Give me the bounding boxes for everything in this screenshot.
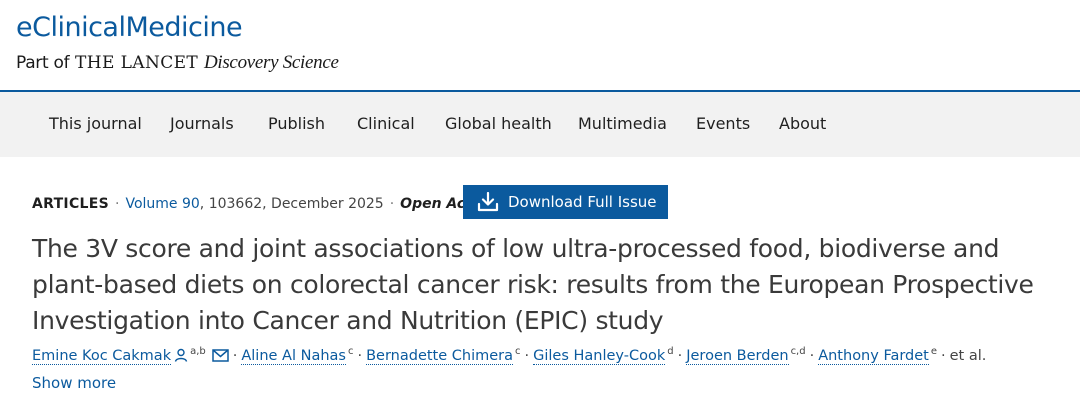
author-list: Emine Koc Cakmak a,b · Aline Al Nahas c · Bern…: [32, 346, 1072, 365]
nav-item-about[interactable]: About: [779, 114, 826, 133]
citation-details: , 103662, December 2025: [199, 196, 384, 212]
nav-item-global-health[interactable]: Global health: [445, 114, 552, 133]
site-header: eClinicalMedicine Part of THE LANCET Dis…: [0, 0, 1080, 92]
meta-separator: ·: [115, 196, 120, 212]
download-full-issue-button[interactable]: Download Full Issue: [463, 185, 668, 219]
nav-item-multimedia[interactable]: Multimedia: [578, 114, 667, 133]
download-icon: [477, 192, 499, 212]
journal-tagline: Part of THE LANCET Discovery Science: [16, 51, 339, 74]
main-nav: This journal Journals Publish Clinical G…: [0, 92, 1080, 157]
author-affiliation: d: [667, 346, 674, 357]
article-title: The 3V score and joint associations of l…: [32, 234, 1034, 335]
author-affiliation: a,b: [190, 346, 206, 357]
tagline-brand: THE LANCET: [75, 53, 199, 73]
author-link[interactable]: Anthony Fardet: [818, 347, 929, 365]
email-icon[interactable]: [212, 349, 229, 362]
author-link[interactable]: Jeroen Berden: [686, 347, 789, 365]
author-separator: ·: [232, 347, 238, 364]
author-affiliation: e: [930, 346, 938, 357]
article-type: ARTICLES: [32, 196, 109, 212]
show-more-link[interactable]: Show more: [32, 374, 116, 392]
nav-item-journals[interactable]: Journals: [170, 114, 234, 133]
tagline-prefix: Part of: [16, 53, 70, 73]
tagline-suffix: Discovery Science: [203, 52, 339, 73]
nav-item-publish[interactable]: Publish: [268, 114, 325, 133]
author-separator: ·: [357, 347, 363, 364]
author-separator: ·: [677, 347, 683, 364]
nav-item-this-journal[interactable]: This journal: [49, 114, 142, 133]
author-separator: ·: [941, 347, 946, 364]
nav-item-events[interactable]: Events: [696, 114, 750, 133]
author-separator: ·: [809, 347, 815, 364]
author-link[interactable]: Giles Hanley-Cook: [533, 347, 666, 365]
author-link[interactable]: Emine Koc Cakmak: [32, 347, 172, 365]
meta-separator: ·: [389, 196, 395, 212]
journal-logo[interactable]: eClinicalMedicine: [16, 12, 243, 43]
author-affiliation: c,d: [790, 346, 806, 357]
article-meta: ARTICLES · Volume 90, 103662, December 202…: [32, 196, 500, 212]
person-icon[interactable]: [174, 348, 188, 362]
author-separator: ·: [524, 347, 530, 364]
volume-link[interactable]: Volume 90: [125, 196, 199, 212]
nav-item-clinical[interactable]: Clinical: [357, 114, 415, 133]
author-link[interactable]: Bernadette Chimera: [366, 347, 514, 365]
et-al-label: et al.: [949, 347, 987, 364]
download-button-label: Download Full Issue: [508, 193, 657, 211]
author-affiliation: c: [515, 346, 521, 357]
author-link[interactable]: Aline Al Nahas: [241, 347, 346, 365]
